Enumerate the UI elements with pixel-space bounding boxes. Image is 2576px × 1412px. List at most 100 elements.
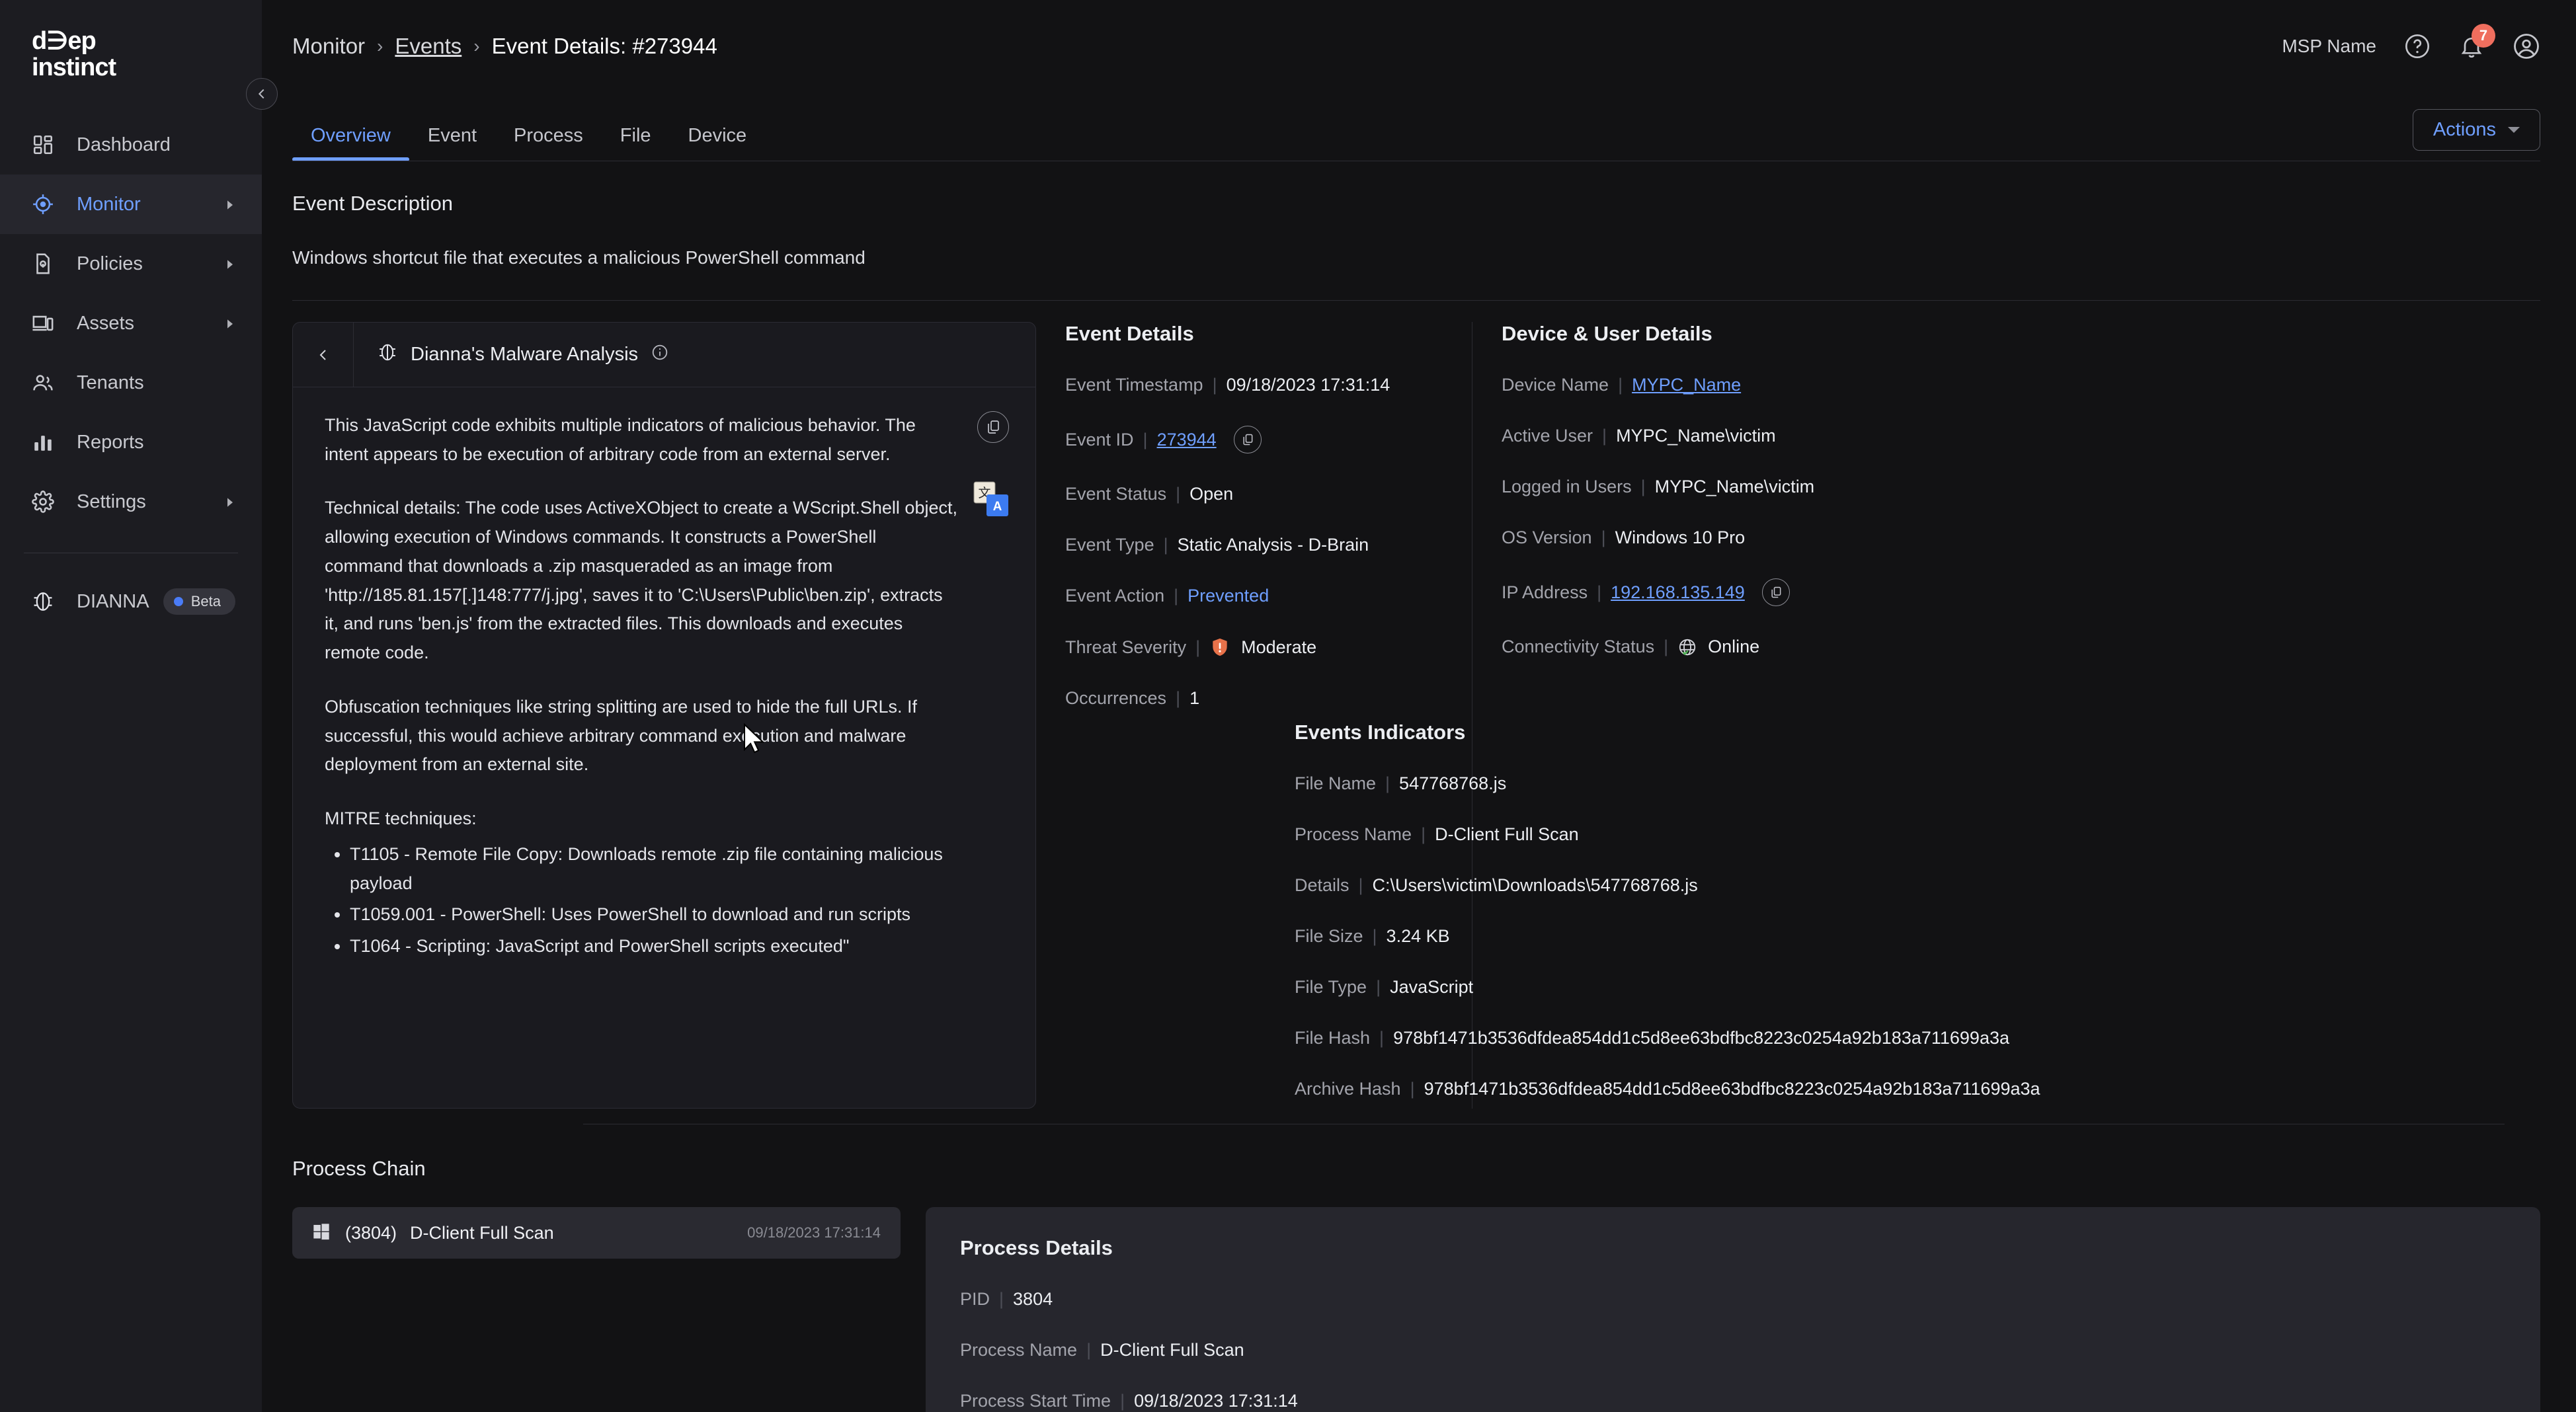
shield-alert-icon xyxy=(1209,637,1230,658)
threat-severity-row: Threat Severity | Moderate xyxy=(1065,637,1443,658)
msp-name-label: MSP Name xyxy=(2282,36,2376,57)
dianna-analysis-card: Dianna's Malware Analysis xyxy=(292,322,1036,1109)
event-status-row: Event Status | Open xyxy=(1065,484,1443,504)
notifications-button[interactable]: 7 xyxy=(2458,33,2485,59)
tab-file[interactable]: File xyxy=(602,125,670,161)
google-translate-extension-icon[interactable]: 文 A xyxy=(972,480,1010,518)
tab-overview[interactable]: Overview xyxy=(292,125,409,161)
help-button[interactable] xyxy=(2404,33,2431,59)
chevron-right-icon xyxy=(225,491,235,513)
account-button[interactable] xyxy=(2513,32,2540,60)
sidebar-item-reports[interactable]: Reports xyxy=(0,412,262,472)
row-key: PID xyxy=(960,1289,990,1310)
tab-process[interactable]: Process xyxy=(495,125,602,161)
row-key: File Size xyxy=(1295,926,1363,947)
row-key: Occurrences xyxy=(1065,688,1166,709)
process-details-title: Process Details xyxy=(960,1236,2506,1260)
bar-chart-icon xyxy=(32,431,62,453)
sidebar-item-monitor[interactable]: Monitor xyxy=(0,175,262,234)
row-key: Event Action xyxy=(1065,586,1164,606)
dianna-card-title: Dianna's Malware Analysis xyxy=(411,344,638,366)
os-version-row: OS Version | Windows 10 Pro xyxy=(1502,528,2511,548)
device-name-row: Device Name | MYPC_Name xyxy=(1502,375,2511,395)
sidebar-item-label: Settings xyxy=(77,491,225,513)
event-id-link[interactable]: 273944 xyxy=(1157,430,1217,450)
deep-instinct-logo-icon: d∋ep instinct xyxy=(32,28,164,79)
row-key: OS Version xyxy=(1502,528,1592,548)
main-area: Monitor › Events › Event Details: #27394… xyxy=(262,0,2576,1412)
process-chain-section: Process Chain (3804) D-Client Full Scan … xyxy=(262,1128,2576,1412)
row-value: 978bf1471b3536dfdea854dd1c5d8ee63bdfbc82… xyxy=(1393,1028,2009,1048)
occurrences-row: Occurrences | 1 xyxy=(1065,688,1443,709)
row-separator: | xyxy=(1376,977,1381,998)
device-name-link[interactable]: MYPC_Name xyxy=(1632,375,1741,395)
copy-icon xyxy=(1241,433,1254,446)
sidebar-item-settings[interactable]: Settings xyxy=(0,472,262,531)
users-icon xyxy=(32,372,62,394)
row-separator: | xyxy=(1164,535,1168,555)
row-separator: | xyxy=(1641,477,1646,497)
row-key: Process Name xyxy=(1295,824,1412,845)
breadcrumb-events-link[interactable]: Events xyxy=(395,34,462,59)
devices-icon xyxy=(32,312,62,334)
breadcrumb-separator: › xyxy=(473,36,479,57)
event-details-title: Event Details xyxy=(1065,322,1443,346)
sidebar-item-dashboard[interactable]: Dashboard xyxy=(0,115,262,175)
brand-logo[interactable]: d∋ep instinct xyxy=(0,0,262,99)
mitre-technique-item: T1105 - Remote File Copy: Downloads remo… xyxy=(350,840,965,898)
row-key: Connectivity Status xyxy=(1502,637,1654,657)
row-value[interactable]: Prevented xyxy=(1187,586,1269,606)
row-separator: | xyxy=(1410,1079,1415,1099)
chevron-right-icon xyxy=(225,253,235,275)
process-chain-time: 09/18/2023 17:31:14 xyxy=(747,1224,881,1241)
breadcrumb-root[interactable]: Monitor xyxy=(292,34,365,59)
beta-badge: Beta xyxy=(163,588,235,615)
row-separator: | xyxy=(1601,528,1606,548)
row-value: MYPC_Name\victim xyxy=(1655,477,1815,497)
top-bar-actions: MSP Name 7 xyxy=(2282,32,2540,60)
brain-icon xyxy=(32,590,62,613)
sidebar-item-label: Reports xyxy=(77,432,235,453)
sidebar-item-policies[interactable]: Policies xyxy=(0,234,262,294)
copy-ip-address-button[interactable] xyxy=(1762,578,1790,606)
row-value: 09/18/2023 17:31:14 xyxy=(1134,1391,1298,1411)
process-chain-name: D-Client Full Scan xyxy=(410,1223,554,1243)
event-type-row: Event Type | Static Analysis - D-Brain xyxy=(1065,535,1443,555)
sidebar-item-label: DIANNA xyxy=(77,591,163,613)
sidebar-item-label: Dashboard xyxy=(77,134,235,156)
divider xyxy=(292,300,2540,301)
process-chain-node[interactable]: (3804) D-Client Full Scan 09/18/2023 17:… xyxy=(292,1207,901,1259)
sidebar-nav: Dashboard Monitor xyxy=(0,115,262,631)
row-value: C:\Users\victim\Downloads\547768768.js xyxy=(1373,875,1698,896)
row-separator: | xyxy=(1120,1391,1125,1411)
dianna-back-button[interactable] xyxy=(293,323,354,387)
tab-event[interactable]: Event xyxy=(409,125,495,161)
chevron-left-icon xyxy=(315,347,331,363)
sidebar-item-assets[interactable]: Assets xyxy=(0,294,262,353)
actions-button[interactable]: Actions xyxy=(2413,109,2540,151)
sidebar-item-label: Policies xyxy=(77,253,225,275)
dianna-paragraph: This JavaScript code exhibits multiple i… xyxy=(325,411,959,469)
copy-analysis-button[interactable] xyxy=(977,411,1009,443)
dianna-card-body: 文 A This JavaScript code exhibits multip… xyxy=(293,387,1035,1108)
row-key: Event Timestamp xyxy=(1065,375,1203,395)
tab-device[interactable]: Device xyxy=(670,125,766,161)
pid-row: PID | 3804 xyxy=(960,1289,2506,1310)
row-key: Threat Severity xyxy=(1065,637,1186,658)
row-value: 3.24 KB xyxy=(1387,926,1450,947)
ip-address-link[interactable]: 192.168.135.149 xyxy=(1611,582,1745,603)
sidebar-item-tenants[interactable]: Tenants xyxy=(0,353,262,412)
breadcrumb-current: Event Details: #273944 xyxy=(492,34,717,59)
row-value: Open xyxy=(1189,484,1233,504)
process-name-row: Process Name | D-Client Full Scan xyxy=(960,1340,2506,1360)
info-circle-icon[interactable] xyxy=(651,344,668,366)
copy-icon xyxy=(985,419,1001,435)
beta-badge-label: Beta xyxy=(191,593,221,610)
file-size-row: File Size | 3.24 KB xyxy=(1295,926,2576,947)
sidebar-item-dianna[interactable]: DIANNA Beta xyxy=(0,572,262,631)
event-action-row: Event Action | Prevented xyxy=(1065,586,1443,606)
process-details-card: Process Details PID | 3804 Process Name … xyxy=(926,1207,2540,1412)
copy-event-id-button[interactable] xyxy=(1234,426,1262,453)
sidebar-collapse-button[interactable] xyxy=(246,78,278,110)
file-type-row: File Type | JavaScript xyxy=(1295,977,2576,998)
